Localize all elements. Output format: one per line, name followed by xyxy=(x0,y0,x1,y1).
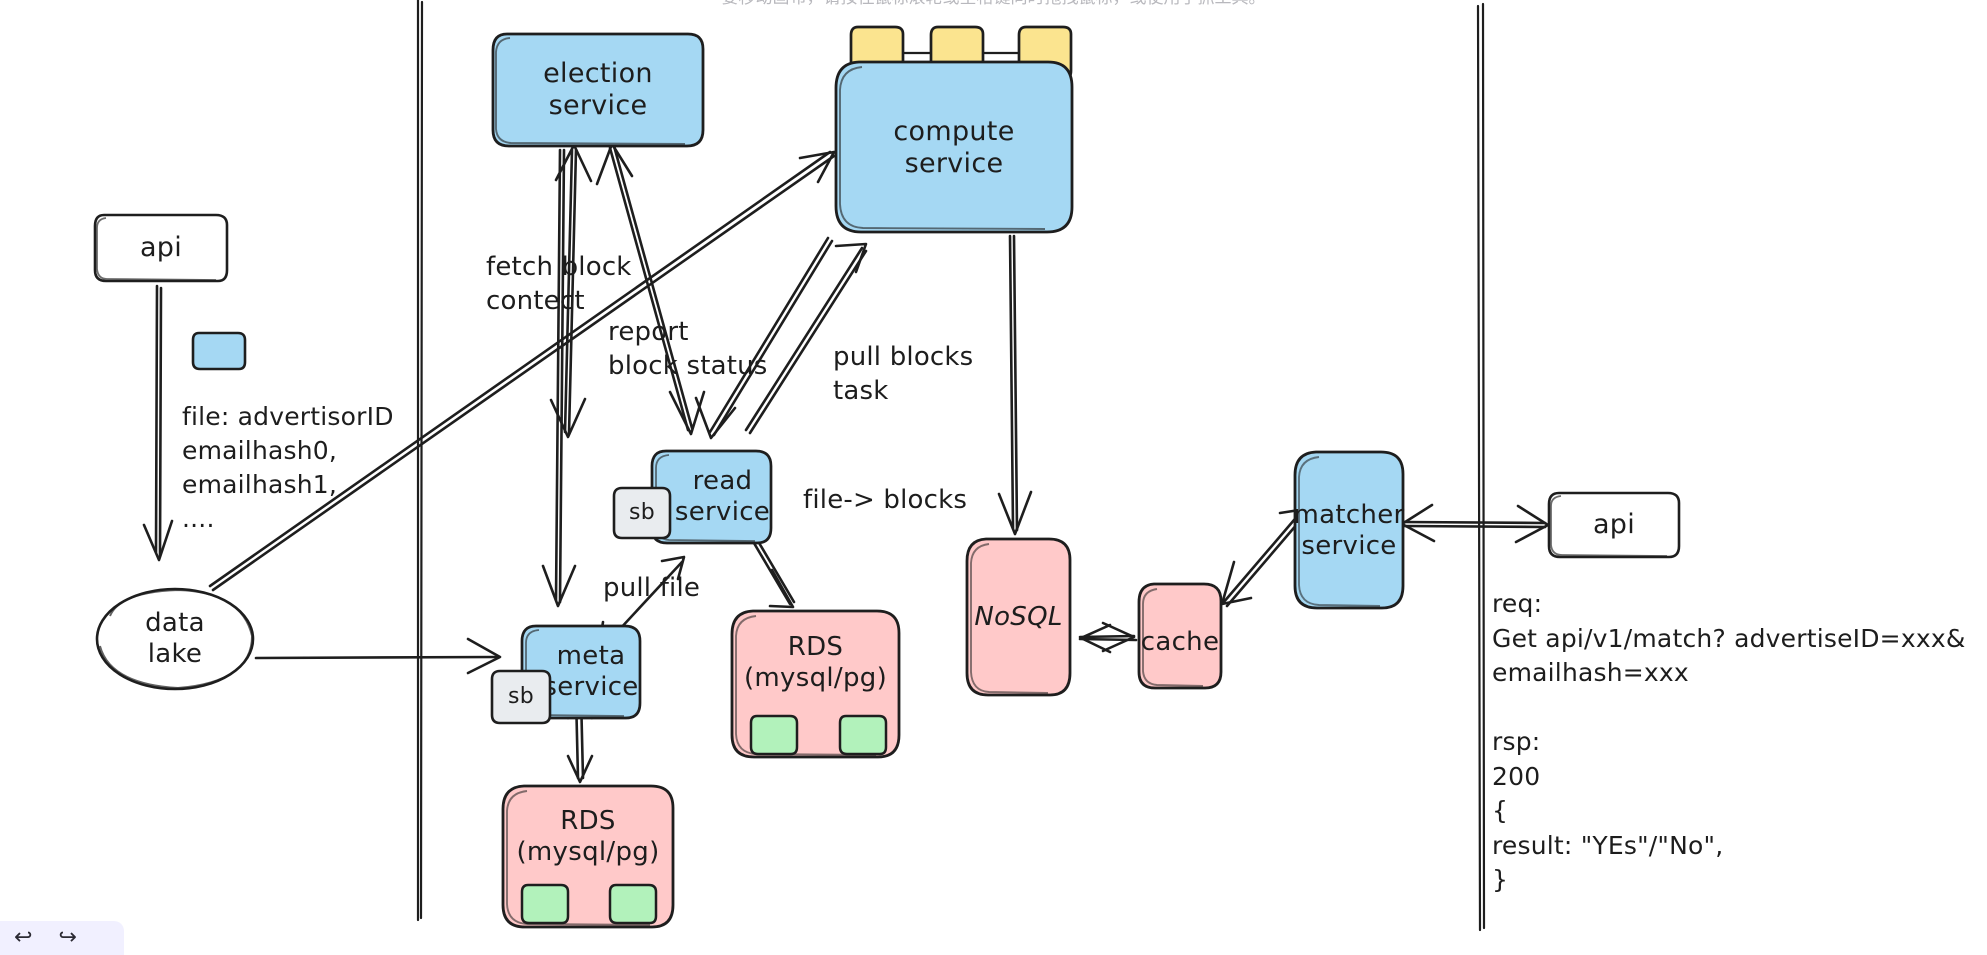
node-api-right[interactable]: api xyxy=(1546,490,1682,560)
node-compute-service[interactable]: compute service xyxy=(831,58,1077,238)
node-read-service-sb-label: sb xyxy=(628,500,656,526)
canvas-pan-hint-text: 要移动画布，请按住鼠标滚轮或空格键同时拖拽鼠标，或使用手抓工具。 xyxy=(722,0,1266,8)
node-cache[interactable]: cache xyxy=(1134,580,1226,692)
node-compute-service-label: compute service xyxy=(893,116,1015,179)
node-rds-meta-label: RDS (mysql/pg) xyxy=(516,806,660,867)
diagram-canvas[interactable]: 要移动画布，请按住鼠标滚轮或空格键同时拖拽鼠标，或使用手抓工具。 .s { fi… xyxy=(0,0,1987,955)
rds-meta-shard-2[interactable] xyxy=(607,882,659,926)
annotation-api-contract: req: Get api/v1/match? advertiseID=xxx& … xyxy=(1492,589,1966,894)
edge-label-fetch-block-contect: fetch block contect xyxy=(486,252,632,317)
node-nosql[interactable]: NoSQL xyxy=(962,535,1075,700)
canvas-pan-hint: 要移动画布，请按住鼠标滚轮或空格键同时拖拽鼠标，或使用手抓工具。 xyxy=(0,0,1987,14)
edge-label-report-block-status: report block status xyxy=(608,317,768,382)
node-meta-service-sb[interactable]: sb xyxy=(489,668,553,726)
node-data-lake-label: data lake xyxy=(145,608,205,669)
history-toolbar[interactable]: ↩ ↪ xyxy=(0,921,124,955)
redo-icon[interactable]: ↪ xyxy=(58,927,76,949)
node-rds-read-label: RDS (mysql/pg) xyxy=(743,631,888,693)
edge-label-pull-blocks-task: pull blocks task xyxy=(833,342,974,407)
undo-icon[interactable]: ↩ xyxy=(14,927,32,949)
edge-label-pull-file: pull file xyxy=(603,573,701,603)
node-data-lake[interactable]: data lake xyxy=(92,584,258,694)
node-api-left-label: api xyxy=(139,232,183,264)
legend-color-swatch xyxy=(190,330,248,372)
node-meta-service-sb-label: sb xyxy=(507,684,535,710)
node-read-service-sb[interactable]: sb xyxy=(611,485,673,541)
node-api-right-label: api xyxy=(1592,509,1636,541)
node-matcher-service-label: matcher service xyxy=(1293,499,1405,561)
rds-meta-shard-1[interactable] xyxy=(519,882,571,926)
rds-read-shard-2[interactable] xyxy=(837,713,889,757)
node-matcher-service[interactable]: matcher service xyxy=(1290,448,1408,613)
node-api-left[interactable]: api xyxy=(92,212,230,284)
edge-label-file-to-blocks: file-> blocks xyxy=(803,485,968,515)
node-nosql-label: NoSQL xyxy=(974,602,1063,633)
rds-read-shard-1[interactable] xyxy=(748,713,800,757)
node-election-service-label: election service xyxy=(543,58,653,121)
node-cache-label: cache xyxy=(1140,626,1220,657)
node-election-service[interactable]: election service xyxy=(489,30,707,150)
annotation-file-schema: file: advertisorID emailhash0, emailhash… xyxy=(182,402,394,533)
